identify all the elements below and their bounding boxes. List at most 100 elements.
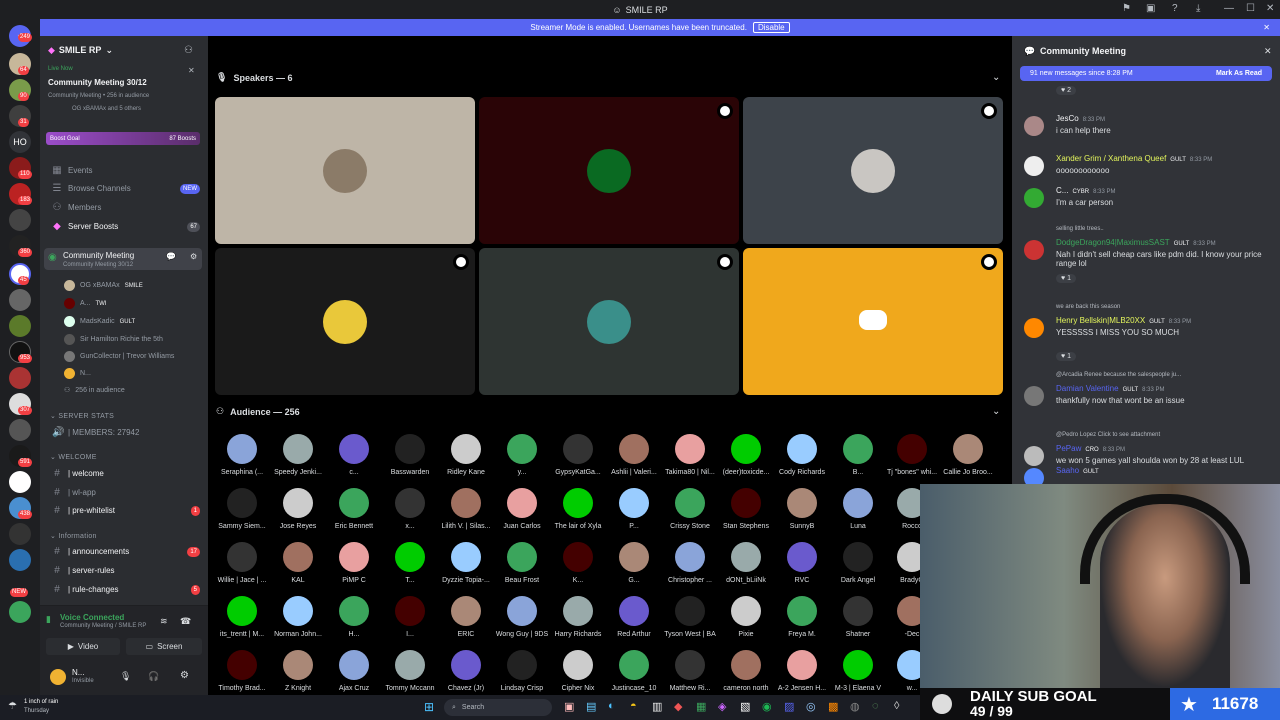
taskbar-app-icon[interactable]: ◐ — [608, 700, 615, 712]
add-member-icon[interactable]: ⚇ — [184, 45, 193, 56]
message-author[interactable]: Xander Grim / Xanthena Queef GULT 8:33 PM — [1056, 154, 1212, 163]
chat-message[interactable]: @Arcadia Renee because the salespeople j… — [1022, 372, 1272, 408]
message-author[interactable]: JesCo 8:33 PM — [1056, 114, 1105, 123]
chat-message[interactable]: we are back this season Henry Bellskin|ML… — [1022, 304, 1272, 361]
audience-member[interactable]: G... — [606, 542, 662, 584]
audience-member[interactable]: I... — [382, 596, 438, 638]
audience-count[interactable]: ⚇ 256 in audience — [64, 386, 125, 395]
members-count-channel[interactable]: 🔊 | MEMBERS: 27942 — [48, 424, 200, 441]
server-icon[interactable] — [9, 367, 31, 389]
reply-preview[interactable]: selling little trees.. — [1056, 226, 1104, 232]
server-icon[interactable] — [9, 523, 31, 545]
audience-member[interactable]: Dyzzie Topia-... — [438, 542, 494, 584]
category-information[interactable]: ⌄ Information — [50, 532, 97, 540]
speakers-header[interactable]: 🎙 Speakers — 6 — [216, 72, 292, 83]
message-author[interactable]: Damian Valentine GULT 8:33 PM — [1056, 384, 1164, 393]
audience-member[interactable]: Tommy Mccann — [382, 650, 438, 692]
message-author[interactable]: PePaw CRO 8:33 PM — [1056, 444, 1125, 453]
audience-member[interactable]: Timothy Brad... — [214, 650, 270, 692]
audience-member[interactable]: y... — [494, 434, 550, 476]
audience-member[interactable]: Z Knight — [270, 650, 326, 692]
taskbar-app-icon[interactable]: ▥ — [652, 700, 662, 713]
reaction-pill[interactable]: ♥ 1 — [1056, 274, 1076, 283]
audience-member[interactable]: Willie | Jace | ... — [214, 542, 270, 584]
audience-header[interactable]: ⚇ Audience — 256 — [216, 406, 300, 417]
audience-member[interactable]: SunnyB — [774, 488, 830, 530]
chat-message[interactable]: @Pedro Lopez Click to see attachment PePa… — [1022, 432, 1272, 468]
screen-button[interactable]: ▭ Screen — [126, 638, 202, 655]
microphone-icon[interactable]: 🎙 — [120, 671, 131, 682]
chat-message[interactable]: selling little trees.. DodgeDragon94|Maxi… — [1022, 226, 1272, 283]
audience-member[interactable]: Red Arthur — [606, 596, 662, 638]
audience-member[interactable]: Chavez (Jr) — [438, 650, 494, 692]
channel-wl-app[interactable]: # | wl-app — [48, 484, 200, 501]
taskbar-app-icon[interactable]: ▣ — [564, 700, 574, 713]
audience-member[interactable]: Lindsay Crisp — [494, 650, 550, 692]
audience-member[interactable]: Pixie — [718, 596, 774, 638]
stage-member[interactable]: MadsKadic GULT — [64, 316, 135, 327]
server-icon[interactable] — [9, 209, 31, 231]
audience-member[interactable]: Luna — [830, 488, 886, 530]
channel-announcements[interactable]: # | announcements 17 — [48, 543, 200, 560]
audience-member[interactable]: Stan Stephens — [718, 488, 774, 530]
audience-member[interactable]: K... — [550, 542, 606, 584]
audience-member[interactable]: Christopher ... — [662, 542, 718, 584]
audience-member[interactable]: M-3 | Elaena V — [830, 650, 886, 692]
taskbar-app-icon[interactable]: ◉ — [762, 700, 772, 713]
maximize-icon[interactable]: ☐ — [1246, 3, 1255, 14]
minimize-icon[interactable]: — — [1224, 3, 1234, 14]
channel-pre-whitelist[interactable]: # | pre-whitelist 1 — [48, 502, 200, 519]
close-chat-icon[interactable]: ✕ — [1264, 46, 1272, 57]
server-icon[interactable] — [9, 289, 31, 311]
audience-member[interactable]: Callie Jo Broo... — [940, 434, 996, 476]
chevron-down-icon[interactable]: ⌄ — [992, 72, 1000, 83]
taskbar-app-icon[interactable]: ◎ — [806, 700, 816, 713]
audience-member[interactable]: Seraphina (... — [214, 434, 270, 476]
stage-member[interactable]: A... TWI — [64, 298, 107, 309]
taskbar-app-icon[interactable]: ▧ — [740, 700, 750, 713]
close-window-icon[interactable]: ✕ — [1266, 3, 1274, 14]
audience-member[interactable]: A-2 Jensen H... — [774, 650, 830, 692]
audience-member[interactable]: The lair of Xyla — [550, 488, 606, 530]
user-avatar[interactable] — [50, 669, 66, 685]
audience-member[interactable]: Norman John... — [270, 596, 326, 638]
audience-member[interactable]: Sammy Siem... — [214, 488, 270, 530]
close-event-icon[interactable]: ✕ — [188, 66, 195, 75]
mark-as-read-button[interactable]: Mark As Read — [1216, 70, 1262, 77]
disable-streamer-button[interactable]: Disable — [752, 22, 790, 33]
audience-member[interactable]: RVC — [774, 542, 830, 584]
speaker-tile[interactable] — [215, 97, 475, 244]
inbox-icon[interactable]: ⚑ — [1122, 3, 1131, 14]
audience-member[interactable]: Ashlii | Valeri... — [606, 434, 662, 476]
audience-member[interactable]: Ridley Kane — [438, 434, 494, 476]
audience-member[interactable]: Matthew Ri... — [662, 650, 718, 692]
category-welcome[interactable]: ⌄ WELCOME — [50, 453, 97, 461]
server-header[interactable]: ◆ SMILE RP ⌄ — [48, 45, 113, 56]
server-icon[interactable] — [9, 601, 31, 623]
reply-preview[interactable]: @Pedro Lopez Click to see attachment — [1056, 432, 1160, 438]
stage-member[interactable]: OG xBAMAx SMILE — [64, 280, 143, 291]
category-server-stats[interactable]: ⌄ SERVER STATS — [50, 412, 114, 420]
audience-member[interactable]: GypsyKatGa... — [550, 434, 606, 476]
taskbar-app-icon[interactable]: ◍ — [850, 700, 860, 713]
speaker-tile[interactable] — [743, 97, 1003, 244]
audience-member[interactable]: Jose Reyes — [270, 488, 326, 530]
audience-member[interactable]: Cody Richards — [774, 434, 830, 476]
nav-events[interactable]: ▦ Events — [48, 162, 200, 179]
help-icon[interactable]: ? — [1172, 3, 1178, 14]
chat-message[interactable]: C... CYBR 8:33 PM I'm a car person — [1022, 186, 1272, 222]
taskbar-app-icon[interactable]: ▦ — [696, 700, 706, 713]
server-icon-text[interactable]: HO — [9, 131, 31, 153]
new-messages-banner[interactable]: 91 new messages since 8:28 PM Mark As Re… — [1020, 66, 1272, 81]
audience-member[interactable]: PiMP C — [326, 542, 382, 584]
settings-icon[interactable]: ⚙ — [190, 252, 197, 261]
stage-member[interactable]: GunCollector | Trevor Williams — [64, 351, 174, 362]
server-icon[interactable] — [9, 471, 31, 493]
message-avatar[interactable] — [1024, 116, 1044, 136]
message-author[interactable]: DodgeDragon94|MaximusSAST GULT 8:33 PM — [1056, 238, 1216, 247]
audience-member[interactable]: Eric Bennett — [326, 488, 382, 530]
audience-member[interactable]: B... — [830, 434, 886, 476]
channel-welcome[interactable]: # | welcome — [48, 465, 200, 482]
speaker-tile[interactable] — [215, 248, 475, 395]
audience-member[interactable]: c... — [326, 434, 382, 476]
